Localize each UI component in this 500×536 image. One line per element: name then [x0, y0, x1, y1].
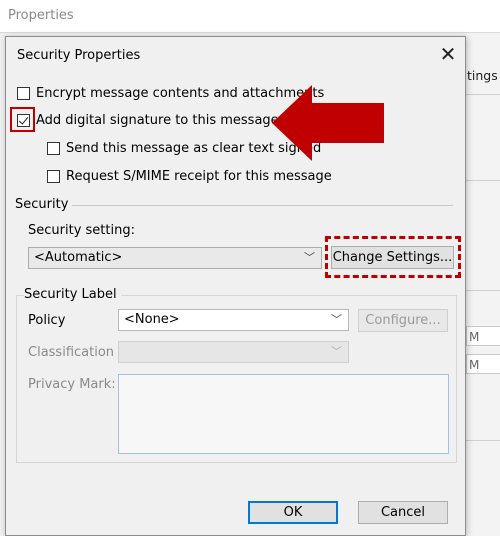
background-line: [466, 94, 500, 95]
policy-label: Policy: [28, 313, 66, 328]
change-settings-button[interactable]: Change Settings...: [331, 246, 454, 269]
security-group-label: Security: [15, 197, 73, 212]
security-setting-value: <Automatic>: [34, 250, 123, 265]
classification-select[interactable]: ﹀: [118, 341, 349, 363]
chevron-down-icon: ﹀: [331, 313, 342, 326]
chevron-down-icon: ﹀: [331, 345, 342, 358]
dialog-title: Security Properties: [17, 48, 141, 63]
signature-label: Add digital signature to this message: [36, 113, 279, 128]
security-setting-label: Security setting:: [28, 223, 135, 238]
smime-label: Request S/MIME receipt for this message: [66, 169, 332, 184]
security-setting-select[interactable]: <Automatic> ﹀: [28, 247, 322, 269]
background-field: M: [466, 354, 500, 374]
security-properties-dialog: Security Properties ✕ Encrypt message co…: [5, 36, 466, 536]
security-group-line: [70, 205, 453, 206]
configure-button[interactable]: Configure...: [358, 309, 448, 332]
signature-checkbox[interactable]: [17, 114, 30, 127]
chevron-down-icon: ﹀: [304, 251, 315, 264]
signature-checkbox-row[interactable]: Add digital signature to this message: [17, 113, 279, 128]
security-label-group-label: Security Label: [24, 287, 121, 302]
encrypt-checkbox[interactable]: [17, 87, 30, 100]
cleartext-checkbox[interactable]: [47, 142, 60, 155]
close-icon[interactable]: ✕: [434, 41, 462, 67]
policy-value: <None>: [124, 312, 180, 327]
classification-label: Classification: [28, 345, 115, 360]
background-field: M: [466, 326, 500, 346]
background-line: [466, 290, 500, 291]
policy-select[interactable]: <None> ﹀: [118, 309, 349, 331]
smime-checkbox-row[interactable]: Request S/MIME receipt for this message: [47, 169, 332, 184]
background-settings-text: tings f: [467, 68, 500, 83]
ok-button[interactable]: OK: [248, 501, 338, 524]
background-line: [466, 440, 500, 441]
background-line: [466, 180, 500, 181]
background-window-title: Properties: [8, 8, 74, 23]
privacy-mark-textarea[interactable]: [118, 374, 449, 454]
privacy-mark-label: Privacy Mark:: [28, 377, 116, 392]
smime-checkbox[interactable]: [47, 170, 60, 183]
cancel-button[interactable]: Cancel: [358, 501, 448, 524]
background-right-column: [466, 33, 500, 536]
red-arrow-icon: [272, 85, 384, 161]
